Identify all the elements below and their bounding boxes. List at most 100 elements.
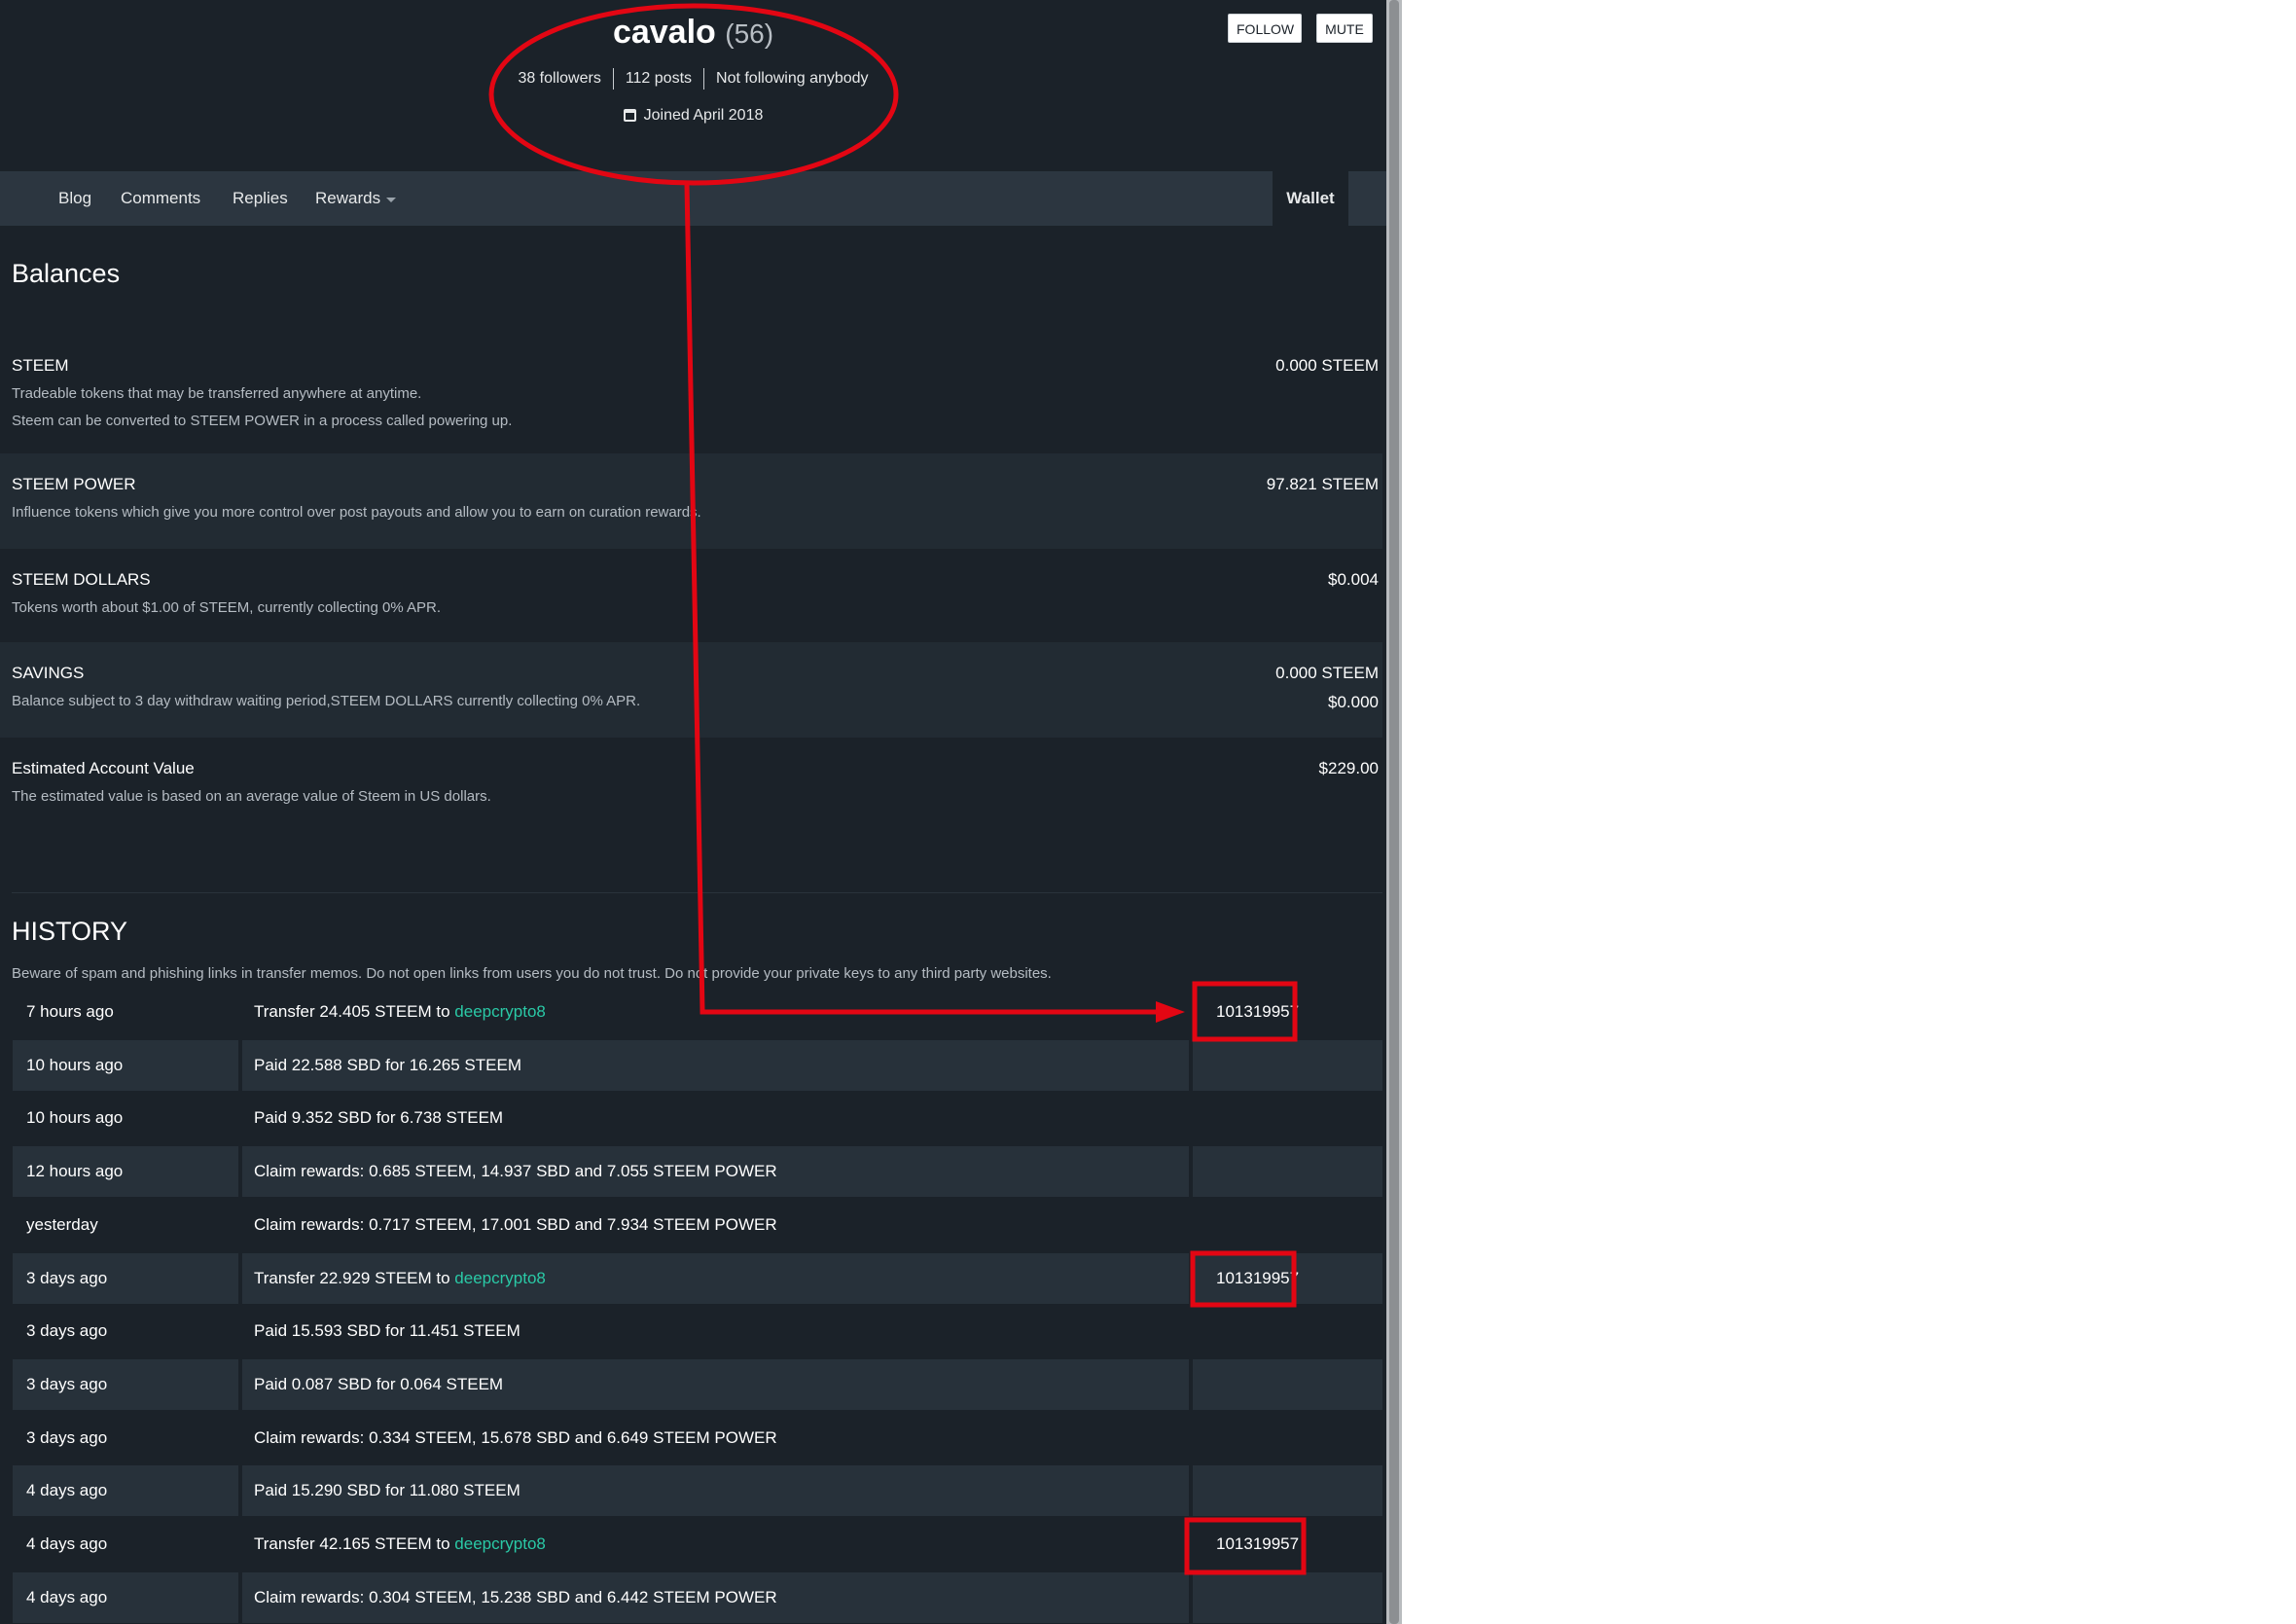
tab-wallet[interactable]: Wallet — [1273, 171, 1348, 226]
stat-divider — [703, 68, 705, 90]
history-memo: 101319957 — [1216, 1534, 1300, 1553]
history-description: Claim rewards: 0.304 STEEM, 15.238 SBD a… — [242, 1572, 1189, 1623]
balance-value[interactable]: $0.004 — [1328, 570, 1379, 590]
history-description-text: Claim rewards: 0.717 STEEM, 17.001 SBD a… — [254, 1215, 777, 1234]
history-description: Paid 15.290 SBD for 11.080 STEEM — [242, 1465, 1189, 1516]
history-row: 7 hours ago Transfer 24.405 STEEM to deep… — [13, 987, 1382, 1037]
balance-value: $229.00 — [1318, 759, 1379, 777]
history-description: Claim rewards: 0.717 STEEM, 17.001 SBD a… — [242, 1200, 1189, 1250]
section-divider — [12, 892, 1382, 893]
history-description: Paid 22.588 SBD for 16.265 STEEM — [242, 1040, 1189, 1091]
recipient-link[interactable]: deepcrypto8 — [454, 1534, 546, 1553]
history-description-text: Paid 9.352 SBD for 6.738 STEEM — [254, 1108, 504, 1127]
history-memo — [1193, 1040, 1382, 1091]
history-description: Paid 15.593 SBD for 11.451 STEEM — [242, 1306, 1189, 1356]
balance-value[interactable]: $0.000 — [1328, 693, 1379, 712]
balance-title: Estimated Account Value — [12, 759, 195, 777]
history-memo: 101319957 — [1216, 1002, 1300, 1021]
balance-value[interactable]: 97.821 STEEM — [1267, 475, 1379, 494]
tab-rewards-label: Rewards — [315, 189, 381, 207]
history-memo: 101319957 — [1193, 1253, 1382, 1304]
history-row: 10 hours ago Paid 9.352 SBD for 6.738 STE… — [13, 1093, 1382, 1143]
history-row: 3 days ago Claim rewards: 0.334 STEEM, 15… — [13, 1413, 1382, 1463]
recipient-link[interactable]: deepcrypto8 — [454, 1002, 546, 1021]
balance-steem-dollars: STEEM DOLLARS Tokens worth about $1.00 o… — [0, 549, 1382, 642]
history-memo — [1193, 1359, 1382, 1410]
username: cavalo — [612, 14, 716, 51]
history-time: 3 days ago — [13, 1253, 238, 1304]
profile-stats: 38 followers 112 posts Not following anybo… — [0, 68, 1386, 90]
history-description-text: Claim rewards: 0.304 STEEM, 15.238 SBD a… — [254, 1588, 777, 1606]
history-row: yesterday Claim rewards: 0.717 STEEM, 17.… — [13, 1200, 1382, 1250]
history-description-text: Transfer 42.165 STEEM to — [254, 1534, 455, 1553]
profile-header: cavalo (56) 38 followers 112 posts Not fol… — [0, 0, 1386, 171]
balance-value[interactable]: 0.000 STEEM — [1275, 356, 1379, 376]
balance-steem: STEEM Tradeable tokens that may be trans… — [0, 335, 1382, 453]
balance-title: STEEM POWER — [12, 475, 136, 493]
vertical-scrollbar[interactable] — [1386, 0, 1402, 1624]
history-row: 3 days ago Transfer 22.929 STEEM to deepc… — [13, 1253, 1382, 1304]
history-description: Paid 9.352 SBD for 6.738 STEEM — [242, 1093, 1189, 1143]
follow-button[interactable]: FOLLOW — [1228, 14, 1302, 43]
history-description-text: Paid 22.588 SBD for 16.265 STEEM — [254, 1056, 521, 1074]
balance-description: The estimated value is based on an avera… — [12, 788, 491, 805]
history-warning: Beware of spam and phishing links in tra… — [12, 965, 1052, 982]
balance-value[interactable]: 0.000 STEEM — [1275, 664, 1379, 683]
history-time: yesterday — [26, 1215, 98, 1234]
history-description: Paid 0.087 SBD for 0.064 STEEM — [242, 1359, 1189, 1410]
tab-comments[interactable]: Comments — [121, 171, 200, 226]
history-description-text: Transfer 22.929 STEEM to — [254, 1269, 455, 1287]
mute-button[interactable]: MUTE — [1316, 14, 1373, 43]
history-memo — [1193, 1465, 1382, 1516]
scrollbar-thumb[interactable] — [1389, 0, 1399, 1624]
recipient-link[interactable]: deepcrypto8 — [454, 1269, 546, 1287]
followers-count[interactable]: 38 followers — [518, 70, 600, 87]
history-time: 4 days ago — [13, 1465, 238, 1516]
profile-tabs: Blog Comments Replies Rewards Wallet — [0, 171, 1386, 226]
following-count[interactable]: Not following anybody — [716, 70, 869, 87]
history-description-text: Claim rewards: 0.685 STEEM, 14.937 SBD a… — [254, 1162, 777, 1180]
history-memo — [1193, 1413, 1382, 1463]
balance-title: STEEM DOLLARS — [12, 570, 151, 589]
balance-estimated: Estimated Account Value The estimated va… — [0, 738, 1382, 835]
balance-description: Steem can be converted to STEEM POWER in… — [12, 413, 513, 429]
history-row: 12 hours ago Claim rewards: 0.685 STEEM, … — [13, 1146, 1382, 1197]
history-time: 10 hours ago — [26, 1108, 124, 1127]
balance-steem-power: STEEM POWER Influence tokens which give … — [0, 453, 1382, 549]
history-description: Transfer 24.405 STEEM to deepcrypto8 — [242, 987, 1189, 1037]
history-description: Transfer 22.929 STEEM to deepcrypto8 — [242, 1253, 1189, 1304]
balance-description: Tokens worth about $1.00 of STEEM, curre… — [12, 599, 442, 616]
history-row: 4 days ago Transfer 42.165 STEEM to deepc… — [13, 1519, 1382, 1570]
tab-replies[interactable]: Replies — [233, 171, 288, 226]
history-memo — [1193, 1146, 1382, 1197]
history-memo — [1193, 1572, 1382, 1623]
balance-savings: SAVINGS Balance subject to 3 day withdra… — [0, 642, 1382, 738]
reputation-score: (56) — [725, 18, 774, 49]
history-memo — [1193, 1200, 1382, 1250]
profile-name: cavalo (56) — [0, 14, 1386, 52]
stat-divider — [612, 68, 614, 90]
balance-title: STEEM — [12, 356, 69, 375]
history-description-text: Transfer 24.405 STEEM to — [254, 1002, 455, 1021]
history-row: 3 days ago Paid 0.087 SBD for 0.064 STEEM — [13, 1359, 1382, 1410]
history-row: 4 days ago Claim rewards: 0.304 STEEM, 15… — [13, 1572, 1382, 1623]
history-time: 3 days ago — [13, 1359, 238, 1410]
tab-blog[interactable]: Blog — [58, 171, 91, 226]
calendar-icon — [623, 109, 636, 122]
balance-title: SAVINGS — [12, 664, 85, 682]
posts-count[interactable]: 112 posts — [626, 70, 692, 87]
history-row: 4 days ago Paid 15.290 SBD for 11.080 STE… — [13, 1465, 1382, 1516]
history-time: 4 days ago — [26, 1534, 108, 1553]
wallet-page: cavalo (56) 38 followers 112 posts Not fol… — [0, 0, 1386, 1624]
tab-rewards[interactable]: Rewards — [315, 171, 396, 226]
history-memo — [1193, 1306, 1382, 1356]
history-time: 12 hours ago — [13, 1146, 238, 1197]
history-description-text: Paid 0.087 SBD for 0.064 STEEM — [254, 1375, 504, 1393]
history-memo — [1193, 1093, 1382, 1143]
history-description-text: Paid 15.290 SBD for 11.080 STEEM — [254, 1481, 520, 1499]
history-description-text: Paid 15.593 SBD for 11.451 STEEM — [254, 1321, 520, 1340]
joined-date: Joined April 2018 — [0, 107, 1386, 125]
balance-description: Tradeable tokens that may be transferred… — [12, 385, 422, 402]
history-description: Transfer 42.165 STEEM to deepcrypto8 — [242, 1519, 1189, 1570]
joined-label: Joined April 2018 — [643, 107, 764, 124]
